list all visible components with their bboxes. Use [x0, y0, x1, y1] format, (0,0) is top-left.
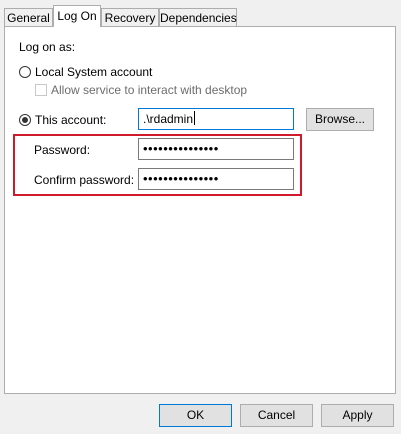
tab-recovery[interactable]: Recovery: [101, 8, 159, 26]
log-on-panel: Log on as: Local System account Allow se…: [4, 26, 396, 394]
allow-desktop-label: Allow service to interact with desktop: [51, 83, 248, 97]
text-caret: [194, 111, 196, 125]
tab-log-on[interactable]: Log On: [53, 5, 101, 27]
confirm-password-input[interactable]: •••••••••••••••: [138, 168, 294, 190]
confirm-password-label: Confirm password:: [34, 173, 135, 187]
ok-button[interactable]: OK: [159, 404, 232, 427]
radio-selected-dot: [22, 117, 28, 123]
tab-dependencies[interactable]: Dependencies: [159, 8, 237, 26]
confirm-password-value: •••••••••••••••: [143, 171, 219, 186]
apply-button[interactable]: Apply: [321, 404, 394, 427]
account-input[interactable]: .\rdadmin: [138, 108, 294, 130]
log-on-as-heading: Log on as:: [19, 40, 76, 54]
tab-general[interactable]: General: [4, 8, 53, 26]
local-system-radio[interactable]: [19, 66, 31, 78]
this-account-label[interactable]: This account:: [35, 113, 106, 127]
cancel-button[interactable]: Cancel: [240, 404, 313, 427]
local-system-label[interactable]: Local System account: [35, 65, 152, 79]
account-value: .\rdadmin: [143, 112, 194, 126]
browse-button[interactable]: Browse...: [306, 108, 374, 131]
this-account-radio[interactable]: [19, 114, 31, 126]
password-label: Password:: [34, 143, 91, 157]
allow-desktop-checkbox[interactable]: [35, 84, 47, 96]
password-value: •••••••••••••••: [143, 141, 219, 156]
password-input[interactable]: •••••••••••••••: [138, 138, 294, 160]
